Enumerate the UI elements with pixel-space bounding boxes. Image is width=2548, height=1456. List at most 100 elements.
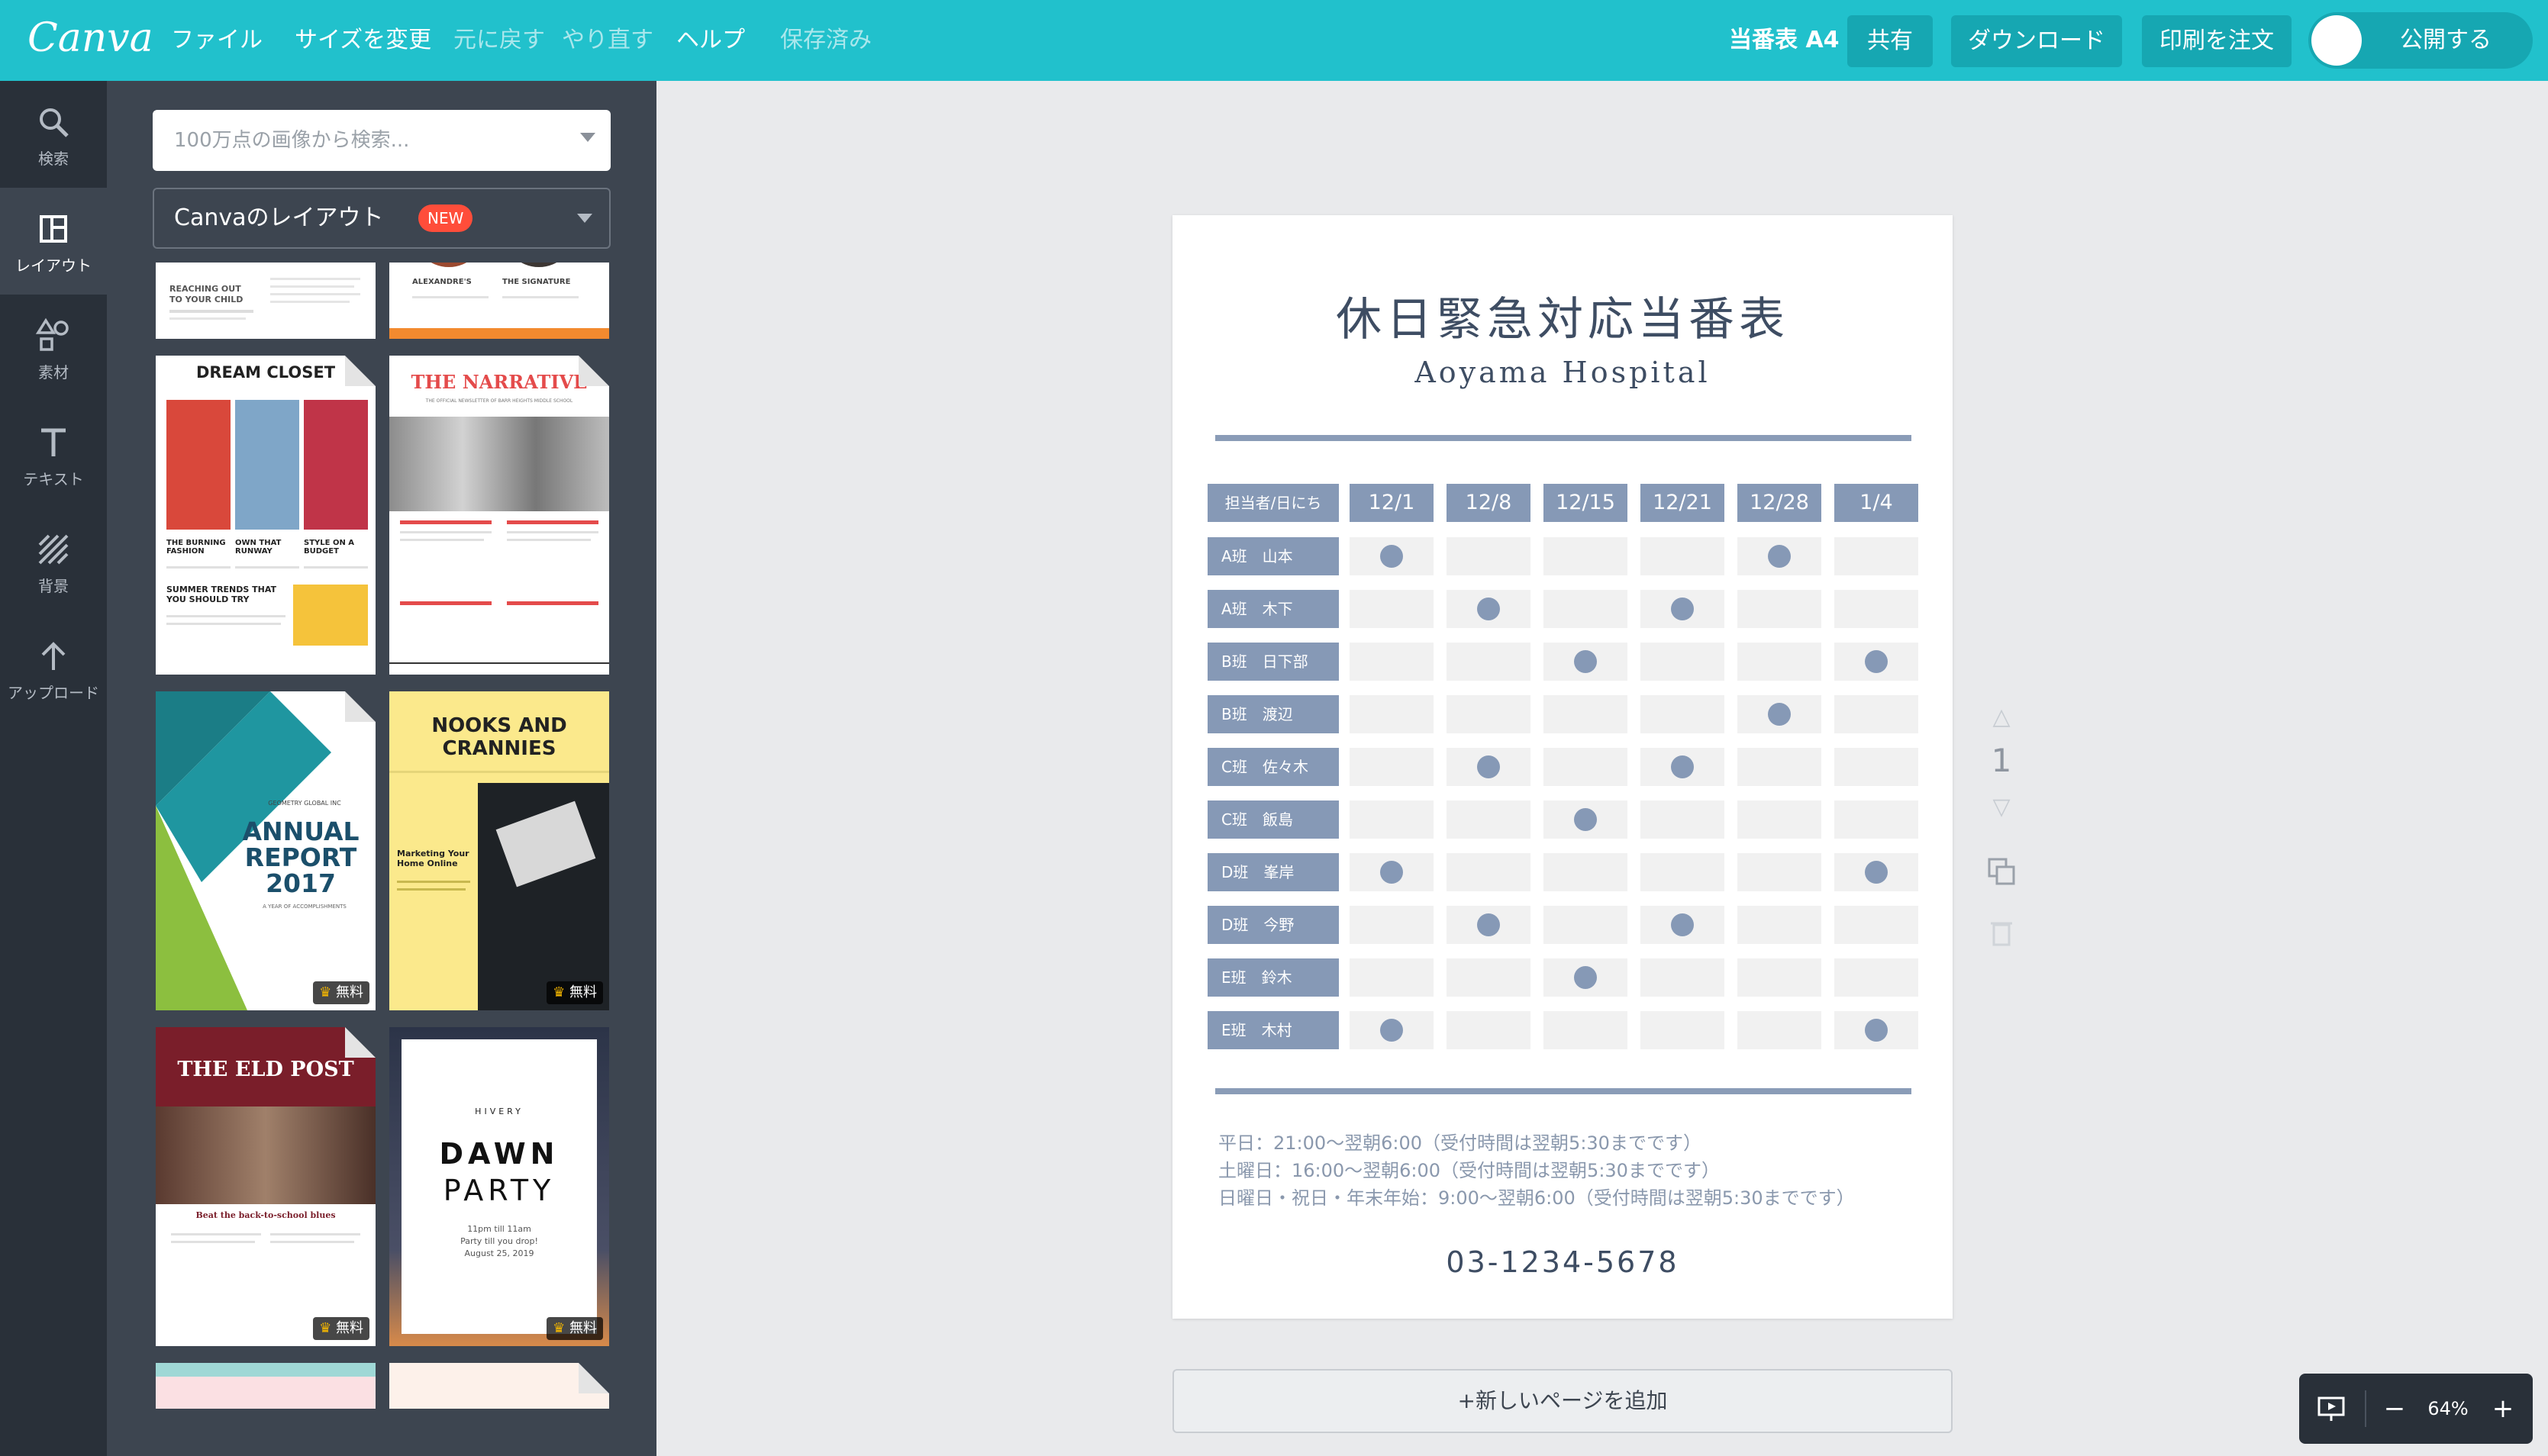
schedule-cell[interactable] <box>1737 748 1821 786</box>
schedule-cell[interactable] <box>1447 800 1530 839</box>
staff-name-cell[interactable]: D班 峯岸 <box>1208 853 1339 891</box>
schedule-cell[interactable] <box>1737 853 1821 891</box>
layout-thumbnail-dawn-party[interactable]: HIVERY DAWN PARTY 11pm till 11am Party t… <box>389 1027 609 1346</box>
add-page-button[interactable]: +新しいページを追加 <box>1172 1369 1953 1433</box>
schedule-cell[interactable] <box>1447 643 1530 681</box>
schedule-cell[interactable] <box>1350 590 1434 628</box>
schedule-cell[interactable] <box>1350 800 1434 839</box>
layout-thumbnail-narrative[interactable]: THE NARRATIVE THE OFFICIAL NEWSLETTER OF… <box>389 356 609 675</box>
menu-undo[interactable]: 元に戻す <box>453 0 545 81</box>
schedule-cell[interactable] <box>1640 590 1724 628</box>
layout-thumbnail-dream-closet[interactable]: DREAM CLOSET THE BURNING FASHION OWN THA… <box>156 356 376 675</box>
schedule-cell[interactable] <box>1834 906 1918 944</box>
layout-thumbnail-partial[interactable] <box>389 1363 609 1409</box>
schedule-cell[interactable] <box>1640 748 1724 786</box>
schedule-cell[interactable] <box>1543 800 1627 839</box>
layout-thumbnail-reaching-out[interactable]: REACHING OUT TO YOUR CHILD <box>156 263 376 339</box>
schedule-cell[interactable] <box>1447 695 1530 733</box>
publish-toggle[interactable]: 公開する <box>2308 12 2533 69</box>
schedule-cell[interactable] <box>1834 590 1918 628</box>
schedule-cell[interactable] <box>1350 906 1434 944</box>
schedule-cell[interactable] <box>1834 537 1918 575</box>
schedule-cell[interactable] <box>1543 590 1627 628</box>
schedule-cell[interactable] <box>1640 906 1724 944</box>
schedule-cell[interactable] <box>1640 695 1724 733</box>
date-header[interactable]: 12/15 <box>1543 484 1627 522</box>
order-print-button[interactable]: 印刷を注文 <box>2142 15 2292 67</box>
hours-note[interactable]: 日曜日・祝日・年末年始：9:00〜翌朝6:00（受付時間は翌朝5:30までです） <box>1218 1183 1855 1210</box>
zoom-level[interactable]: 64% <box>2414 1374 2482 1444</box>
schedule-cell[interactable] <box>1737 1011 1821 1049</box>
schedule-cell[interactable] <box>1640 1011 1724 1049</box>
schedule-cell[interactable] <box>1350 537 1434 575</box>
move-page-down-icon[interactable]: ▽ <box>1985 794 2018 820</box>
phone-number[interactable]: 03-1234-5678 <box>1172 1245 1953 1279</box>
menu-redo[interactable]: やり直す <box>562 0 653 81</box>
schedule-cell[interactable] <box>1834 643 1918 681</box>
schedule-cell[interactable] <box>1447 906 1530 944</box>
zoom-out-button[interactable]: − <box>2375 1374 2414 1444</box>
rail-elements[interactable]: 素材 <box>0 295 107 401</box>
staff-name-cell[interactable]: C班 飯島 <box>1208 800 1339 839</box>
schedule-cell[interactable] <box>1640 958 1724 997</box>
schedule-cell[interactable] <box>1737 590 1821 628</box>
schedule-cell[interactable] <box>1834 1011 1918 1049</box>
schedule-cell[interactable] <box>1350 1011 1434 1049</box>
schedule-cell[interactable] <box>1640 853 1724 891</box>
hours-note[interactable]: 土曜日：16:00〜翌朝6:00（受付時間は翌朝5:30までです） <box>1218 1155 1720 1182</box>
date-header[interactable]: 1/4 <box>1834 484 1918 522</box>
present-icon[interactable] <box>2307 1374 2356 1444</box>
rail-layout[interactable]: レイアウト <box>0 188 107 295</box>
schedule-cell[interactable] <box>1737 643 1821 681</box>
layout-thumbnail-partial[interactable] <box>156 1363 376 1409</box>
date-header[interactable]: 12/21 <box>1640 484 1724 522</box>
layout-thumbnail-nooks[interactable]: NOOKS AND CRANNIES Marketing Your Home O… <box>389 691 609 1010</box>
menu-file[interactable]: ファイル <box>171 0 263 81</box>
schedule-cell[interactable] <box>1737 537 1821 575</box>
schedule-cell[interactable] <box>1350 853 1434 891</box>
date-header[interactable]: 12/8 <box>1447 484 1530 522</box>
document-title[interactable]: 当番表 A4 <box>1729 0 1840 81</box>
schedule-cell[interactable] <box>1737 695 1821 733</box>
staff-name-cell[interactable]: D班 今野 <box>1208 906 1339 944</box>
menu-resize[interactable]: サイズを変更 <box>295 0 431 81</box>
rail-background[interactable]: 背景 <box>0 508 107 615</box>
hours-note[interactable]: 平日：21:00〜翌朝6:00（受付時間は翌朝5:30までです） <box>1218 1128 1701 1155</box>
schedule-cell[interactable] <box>1543 1011 1627 1049</box>
delete-page-icon[interactable] <box>1985 916 2018 952</box>
date-header[interactable]: 12/28 <box>1737 484 1821 522</box>
staff-name-cell[interactable]: E班 鈴木 <box>1208 958 1339 997</box>
schedule-cell[interactable] <box>1834 853 1918 891</box>
schedule-cell[interactable] <box>1447 537 1530 575</box>
layout-thumbnail-eld-post[interactable]: THE ELD POST Beat the back-to-school blu… <box>156 1027 376 1346</box>
schedule-cell[interactable] <box>1350 695 1434 733</box>
schedule-cell[interactable] <box>1350 643 1434 681</box>
schedule-cell[interactable] <box>1447 748 1530 786</box>
schedule-cell[interactable] <box>1834 800 1918 839</box>
rail-text[interactable]: テキスト <box>0 401 107 508</box>
schedule-cell[interactable] <box>1350 958 1434 997</box>
layout-thumbnail-signature[interactable]: ALEXANDRE'S THE SIGNATURE <box>389 263 609 339</box>
schedule-cell[interactable] <box>1543 853 1627 891</box>
schedule-cell[interactable] <box>1640 537 1724 575</box>
canva-logo[interactable]: Canva <box>27 11 153 66</box>
schedule-cell[interactable] <box>1447 590 1530 628</box>
zoom-in-button[interactable]: + <box>2482 1374 2524 1444</box>
schedule-cell[interactable] <box>1834 695 1918 733</box>
staff-name-cell[interactable]: B班 渡辺 <box>1208 695 1339 733</box>
share-button[interactable]: 共有 <box>1847 15 1933 67</box>
schedule-cell[interactable] <box>1640 643 1724 681</box>
search-input[interactable] <box>153 110 565 171</box>
menu-help[interactable]: ヘルプ <box>676 0 745 81</box>
date-header[interactable]: 12/1 <box>1350 484 1434 522</box>
schedule-cell[interactable] <box>1447 853 1530 891</box>
staff-name-cell[interactable]: A班 山本 <box>1208 537 1339 575</box>
duplicate-page-icon[interactable] <box>1985 855 2018 891</box>
schedule-cell[interactable] <box>1350 748 1434 786</box>
schedule-cell[interactable] <box>1737 958 1821 997</box>
schedule-cell[interactable] <box>1640 800 1724 839</box>
document-title-text[interactable]: 休日緊急対応当番表 <box>1172 282 1953 349</box>
document-subtitle-text[interactable]: Aoyama Hospital <box>1172 356 1953 389</box>
staff-name-cell[interactable]: E班 木村 <box>1208 1011 1339 1049</box>
rail-search[interactable]: 検索 <box>0 81 107 188</box>
